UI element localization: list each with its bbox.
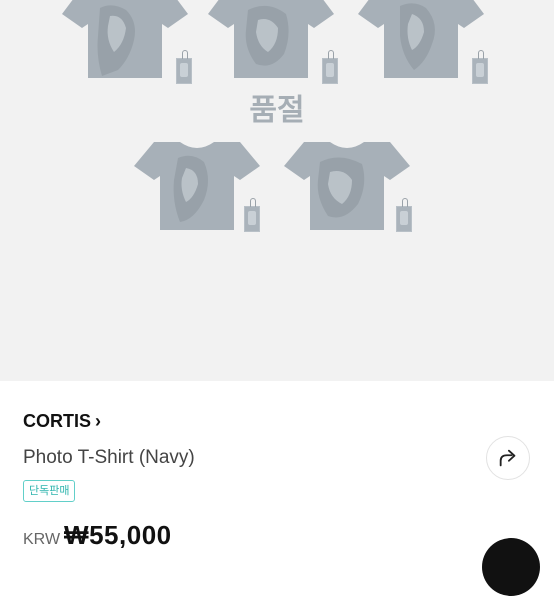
share-button[interactable] (486, 436, 530, 480)
tshirt-image-2 (206, 0, 336, 78)
price-row: KRW ₩55,000 (23, 520, 172, 551)
photo-card-3 (472, 50, 488, 84)
brand-link[interactable]: CORTIS › (23, 411, 101, 432)
tshirt-image-4 (132, 140, 262, 232)
photo-card-4 (244, 198, 260, 232)
currency-label: KRW (23, 531, 61, 548)
photo-card-5 (396, 198, 412, 232)
product-title: Photo T-Shirt (Navy) (23, 447, 195, 468)
price-amount: ₩55,000 (64, 520, 172, 550)
share-icon (499, 449, 516, 467)
sold-out-label: 품절 (249, 93, 305, 128)
photo-card-1 (176, 50, 192, 84)
tshirt-image-3 (356, 0, 486, 78)
exclusive-badge: 단독판매 (23, 480, 76, 502)
floating-action-button[interactable] (482, 538, 540, 596)
tshirt-image-5 (282, 140, 412, 232)
product-image-gallery[interactable]: 품절 (0, 0, 554, 381)
photo-card-2 (322, 50, 338, 84)
chevron-right-icon: › (95, 411, 102, 431)
tshirt-image-1 (60, 0, 190, 78)
brand-name: CORTIS (23, 411, 92, 431)
